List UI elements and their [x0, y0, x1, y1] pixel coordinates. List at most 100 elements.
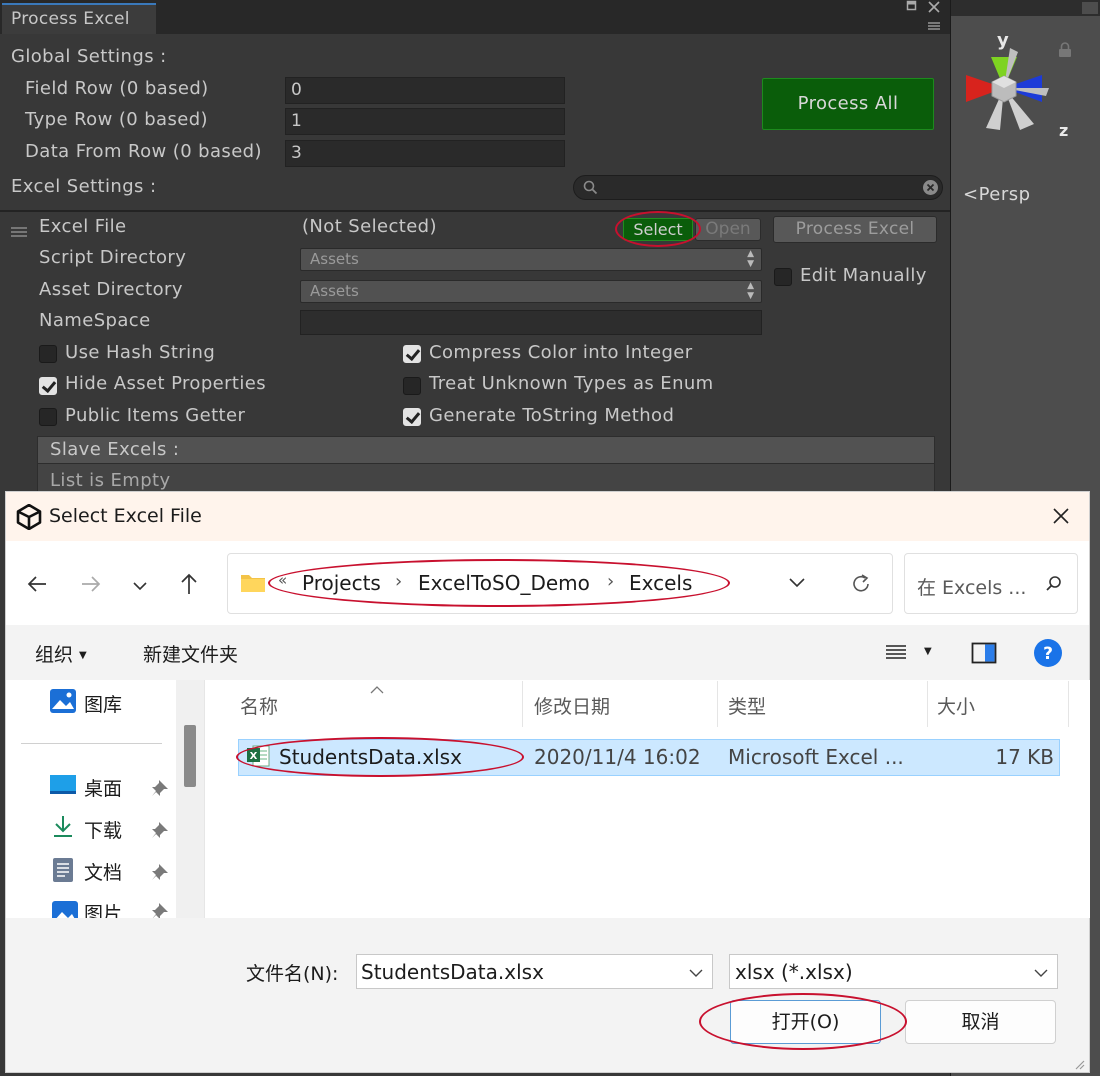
compress-color-checkbox[interactable] — [403, 345, 421, 363]
refresh-icon[interactable] — [850, 573, 872, 595]
generate-tostring-checkbox[interactable] — [403, 408, 421, 426]
use-hash-string-checkbox[interactable] — [39, 345, 57, 363]
process-all-button[interactable]: Process All — [762, 78, 934, 130]
back-arrow-icon[interactable] — [26, 574, 48, 598]
list-empty-label: List is Empty — [50, 470, 171, 491]
search-icon — [1046, 576, 1061, 591]
nav-item-downloads[interactable]: 下载 — [84, 816, 122, 843]
file-modified: 2020/11/4 16:02 — [534, 745, 701, 769]
type-row-input[interactable]: 1 — [285, 108, 565, 135]
close-dialog-icon[interactable] — [1052, 507, 1070, 529]
svg-text:X: X — [250, 751, 258, 762]
gizmo-axis-z-label: z — [1059, 121, 1069, 140]
treat-unknown-types-checkbox[interactable] — [403, 377, 421, 395]
address-bar[interactable]: « Projects › ExcelToSO_Demo › Excels — [227, 553, 893, 614]
data-from-row-label: Data From Row (0 based) — [25, 141, 262, 162]
breadcrumb-projects[interactable]: Projects — [302, 571, 381, 595]
chevron-left-icon: < — [963, 184, 979, 205]
excel-search-input[interactable] — [573, 175, 943, 200]
pin-icon[interactable] — [151, 821, 169, 843]
filename-combobox[interactable]: StudentsData.xlsx — [356, 954, 713, 989]
column-header-name[interactable]: 名称 — [240, 692, 278, 719]
breadcrumb-excels[interactable]: Excels — [629, 571, 692, 595]
cancel-button[interactable]: 取消 — [905, 1000, 1056, 1044]
asset-directory-label: Asset Directory — [39, 279, 183, 300]
navigation-scroll-thumb[interactable] — [184, 725, 196, 787]
recent-locations-chevron-icon[interactable] — [132, 577, 148, 596]
nav-item-gallery[interactable]: 图库 — [84, 690, 122, 717]
excel-file-icon: X — [246, 745, 270, 771]
namespace-input[interactable] — [300, 310, 762, 335]
column-separator[interactable] — [522, 681, 523, 727]
help-icon[interactable]: ? — [1033, 638, 1063, 672]
nav-item-desktop[interactable]: 桌面 — [84, 774, 122, 801]
up-arrow-icon[interactable] — [179, 572, 199, 600]
organize-menu[interactable]: 组织 ▼ — [35, 640, 87, 667]
column-separator[interactable] — [1068, 681, 1069, 727]
navigation-scrollbar[interactable] — [176, 680, 204, 918]
file-name[interactable]: StudentsData.xlsx — [279, 745, 462, 769]
pin-icon[interactable] — [151, 779, 169, 801]
edit-manually-label: Edit Manually — [800, 265, 927, 286]
pin-icon[interactable] — [151, 863, 169, 885]
column-separator[interactable] — [717, 681, 718, 727]
pin-icon[interactable] — [151, 902, 169, 918]
nav-item-documents[interactable]: 文档 — [84, 858, 122, 885]
edit-manually-checkbox[interactable] — [774, 268, 792, 286]
public-items-getter-checkbox[interactable] — [39, 408, 57, 426]
select-file-dialog: Select Excel File « Projects › ExcelToSO… — [5, 491, 1090, 1073]
slave-excels-list: List is Empty — [37, 464, 935, 494]
public-items-getter-label: Public Items Getter — [65, 405, 246, 426]
menu-icon[interactable] — [927, 16, 941, 35]
document-icon — [52, 857, 74, 887]
forward-arrow-icon[interactable] — [80, 574, 102, 598]
breadcrumb-overflow[interactable]: « — [278, 571, 287, 589]
column-header-type[interactable]: 类型 — [728, 692, 766, 719]
breadcrumb-exceltoso-demo[interactable]: ExcelToSO_Demo — [418, 571, 590, 595]
sort-ascending-icon — [370, 679, 384, 698]
view-options-caret-icon[interactable]: ▼ — [924, 646, 932, 657]
persp-toggle[interactable]: <Persp — [963, 184, 1031, 205]
clear-search-icon[interactable] — [922, 179, 939, 196]
column-header-modified[interactable]: 修改日期 — [534, 692, 610, 719]
address-history-chevron-icon[interactable] — [788, 577, 806, 589]
preview-pane-icon[interactable] — [971, 642, 997, 668]
data-from-row-input[interactable]: 3 — [285, 140, 565, 167]
folder-icon — [241, 575, 265, 592]
column-header-size[interactable]: 大小 — [937, 692, 975, 719]
scene-gizmo-icon[interactable] — [954, 30, 1074, 164]
script-directory-dropdown[interactable]: Assets ▲ ▼ — [300, 248, 762, 271]
process-excel-button[interactable]: Process Excel — [773, 216, 937, 243]
persp-label: Persp — [978, 184, 1031, 205]
generate-tostring-label: Generate ToString Method — [429, 405, 675, 426]
resize-grip-icon[interactable] — [1073, 1055, 1085, 1074]
use-hash-string-label: Use Hash String — [65, 342, 216, 363]
filetype-dropdown[interactable]: xlsx (*.xlsx) — [729, 954, 1058, 989]
asset-directory-dropdown[interactable]: Assets ▲ ▼ — [300, 280, 762, 303]
open-button[interactable]: Open — [695, 218, 761, 241]
open-file-button[interactable]: 打开(O) — [730, 1000, 881, 1044]
slave-excels-header: Slave Excels : — [37, 436, 935, 464]
section-divider — [0, 210, 950, 212]
maximize-icon[interactable] — [906, 0, 918, 15]
hide-asset-properties-checkbox[interactable] — [39, 377, 57, 395]
file-size: 17 KB — [995, 745, 1054, 769]
chevron-down-icon[interactable] — [689, 968, 703, 978]
filename-label: 文件名(N): — [246, 963, 339, 985]
lock-icon[interactable] — [1058, 42, 1072, 62]
namespace-label: NameSpace — [39, 310, 151, 331]
tab-process-excel[interactable]: Process Excel — [2, 3, 156, 34]
gallery-icon — [49, 688, 77, 718]
field-row-input[interactable]: 0 — [285, 77, 565, 104]
scene-toolbar-button[interactable] — [1082, 2, 1098, 14]
updown-arrow-icon: ▲ ▼ — [747, 281, 754, 301]
excel-file-label: Excel File — [39, 216, 127, 237]
dialog-search-input[interactable]: 在 Excels ... — [904, 553, 1078, 614]
dialog-title: Select Excel File — [49, 505, 202, 527]
view-options-icon[interactable] — [885, 643, 907, 665]
select-button[interactable]: Select — [623, 218, 693, 241]
new-folder-button[interactable]: 新建文件夹 — [143, 640, 238, 667]
nav-item-pictures[interactable]: 图片 — [84, 899, 122, 918]
column-separator[interactable] — [927, 681, 928, 727]
drag-handle-icon[interactable] — [10, 223, 28, 242]
